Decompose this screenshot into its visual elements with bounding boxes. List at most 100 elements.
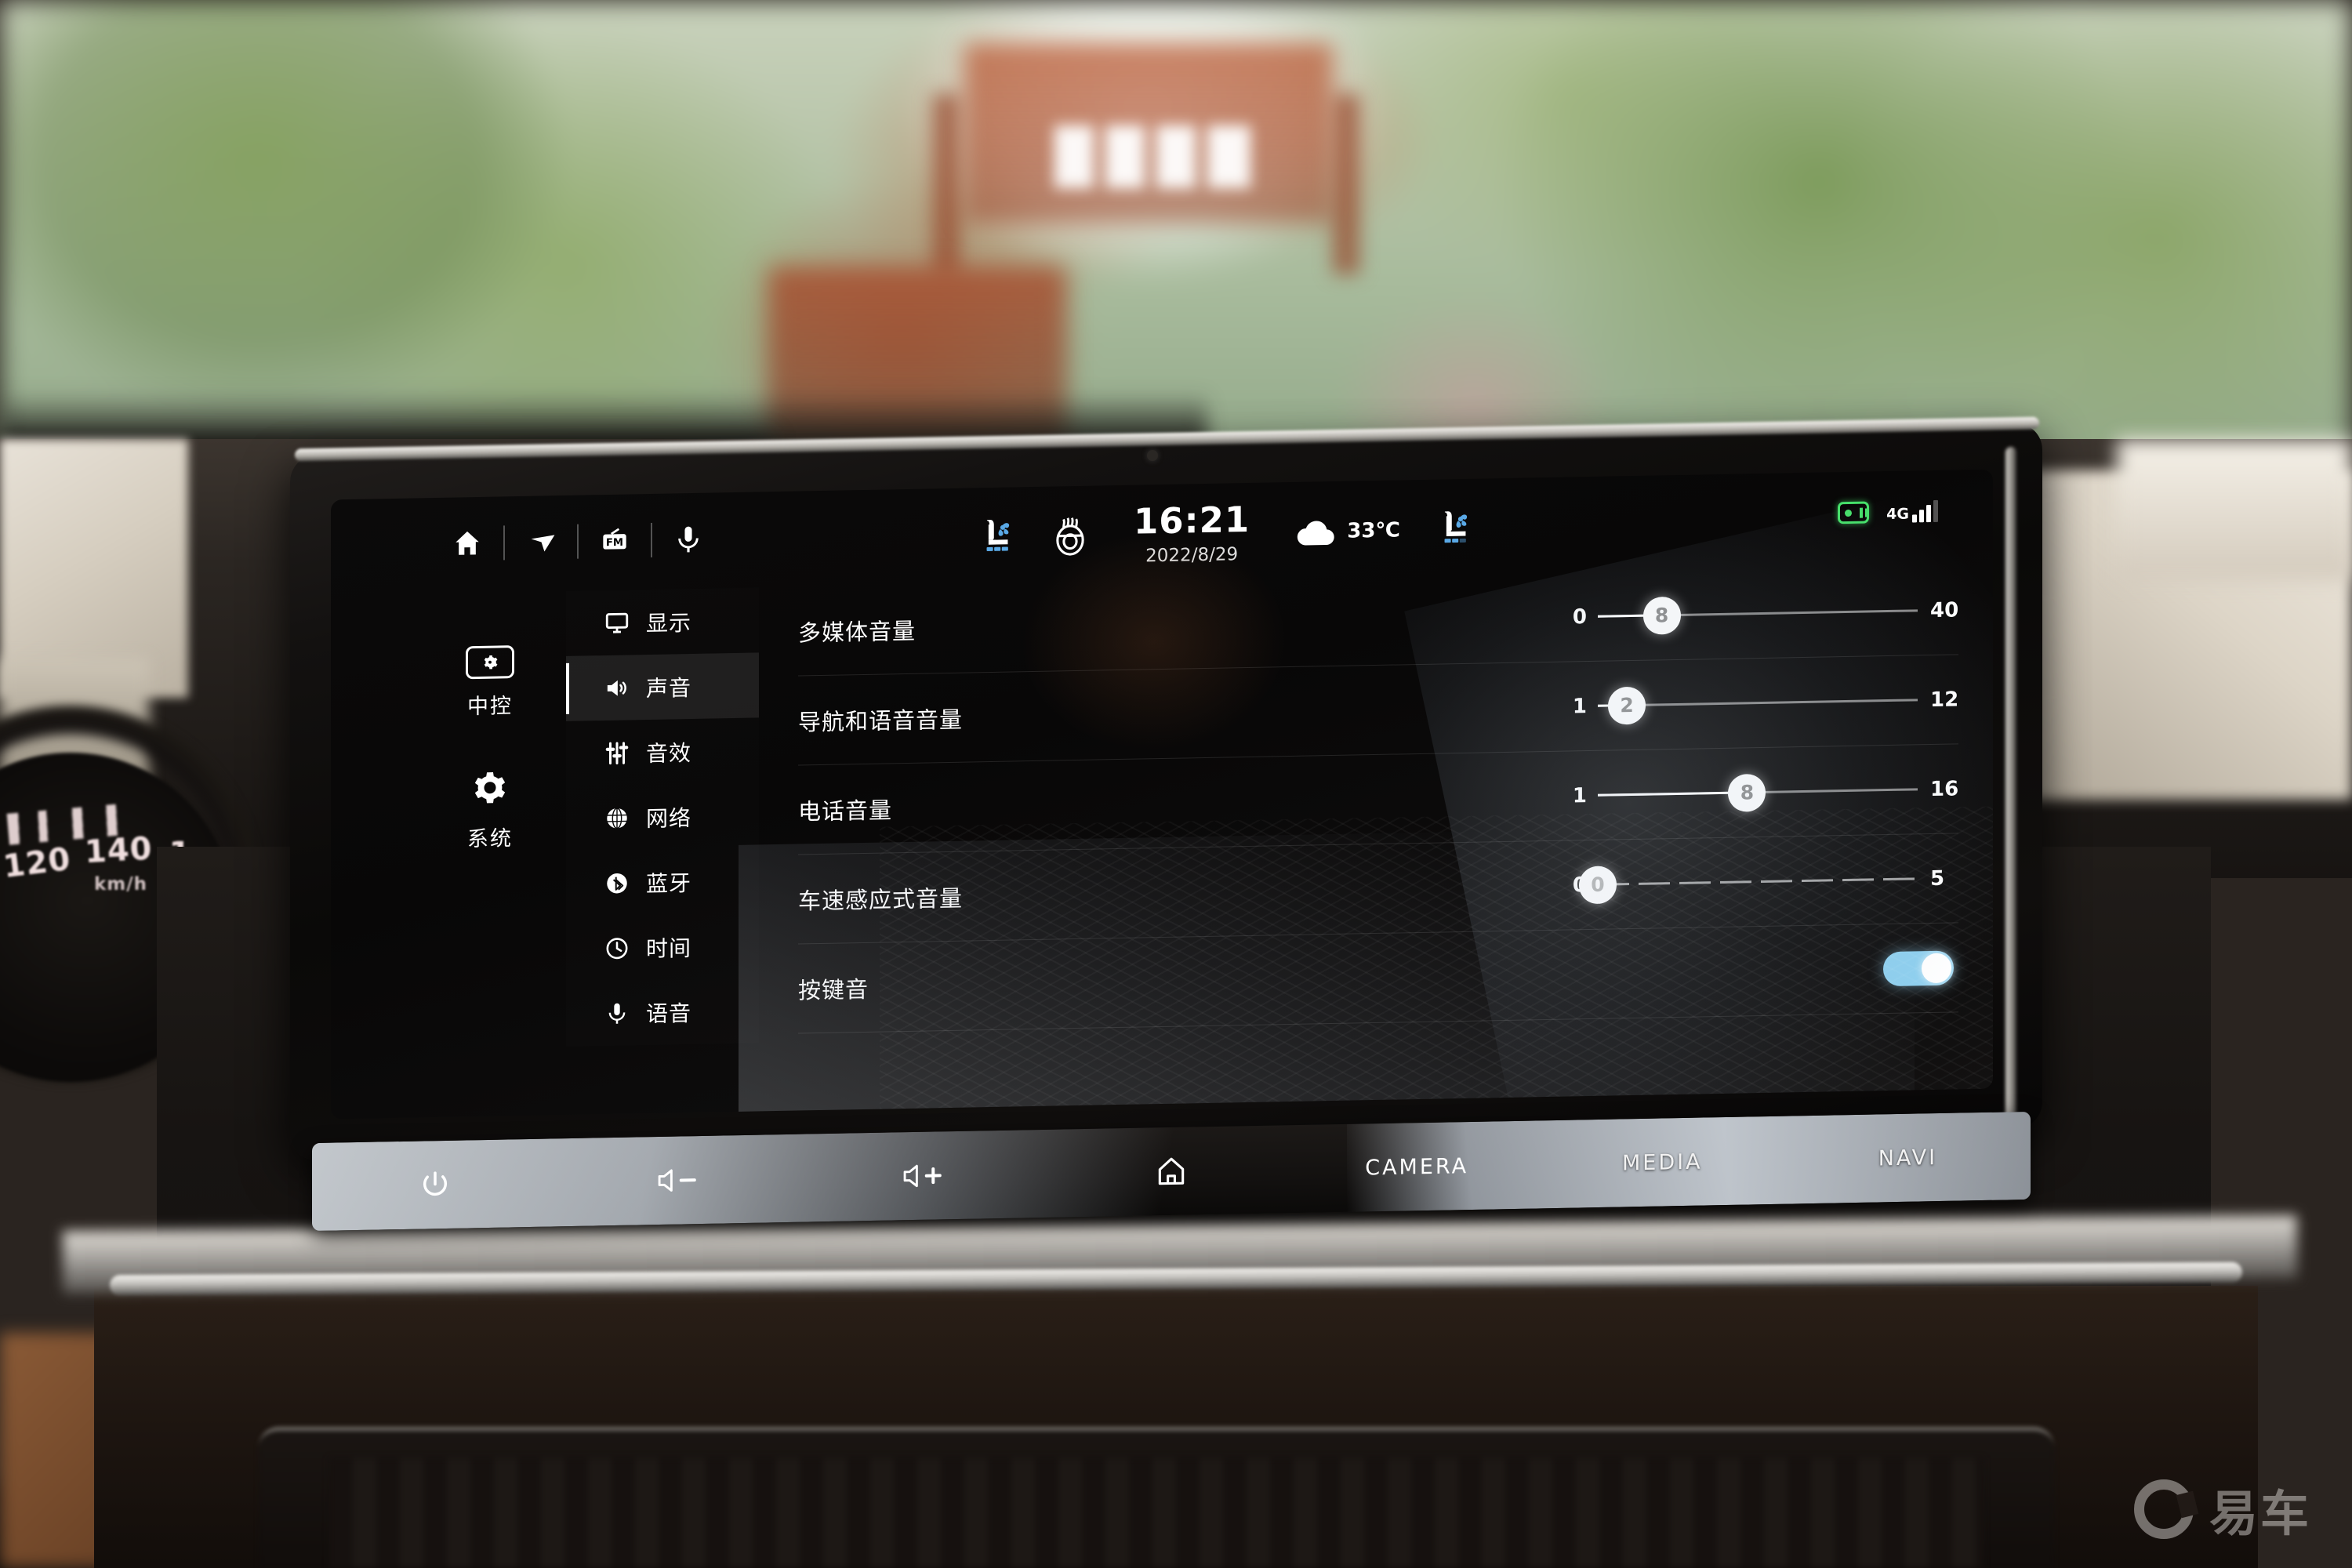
slider-track[interactable]: 2: [1598, 686, 1918, 725]
navigation-icon[interactable]: [505, 516, 577, 569]
hw-button-label: NAVI: [1878, 1145, 1938, 1171]
wifi-hotspot-icon[interactable]: [1838, 501, 1870, 524]
volume-down-icon: [658, 1169, 696, 1192]
hw-home-button[interactable]: [1048, 1125, 1294, 1218]
speaker-icon: [602, 674, 632, 702]
slider-track[interactable]: 8: [1598, 773, 1918, 812]
row-label: 车速感应式音量: [798, 886, 964, 915]
hw-button-label: CAMERA: [1365, 1153, 1469, 1180]
touchscreen-display[interactable]: FM 16:21 2022/8/29 33℃ 4G 中控 系统 显示 声音 音效…: [331, 469, 1993, 1120]
slider-handle[interactable]: 8: [1728, 773, 1766, 812]
settings-menu: 显示 声音 音效 网络 蓝牙 时间 语音: [566, 587, 759, 1047]
menu-item-label: 蓝牙: [646, 870, 692, 896]
menu-item-label: 声音: [646, 675, 692, 701]
hw-button-label: MEDIA: [1621, 1149, 1703, 1175]
slider-track[interactable]: 0: [1579, 865, 1918, 904]
category-rail: 中控 系统: [431, 644, 549, 853]
rail-item-label: 系统: [467, 826, 513, 851]
menu-item-bluetooth[interactable]: 蓝牙: [566, 848, 759, 916]
menu-item-time[interactable]: 时间: [566, 913, 759, 982]
slider-fill: [1598, 791, 1748, 797]
fm-radio-icon[interactable]: FM: [579, 514, 651, 568]
hw-navi-button[interactable]: NAVI: [1785, 1112, 2031, 1204]
menu-item-label: 语音: [646, 1000, 692, 1026]
speed-sensitive-volume-slider[interactable]: 0 0 5: [1562, 865, 1954, 904]
row-label: 多媒体音量: [798, 619, 916, 647]
microphone-icon: [602, 1000, 632, 1027]
gateway-post-right: [1333, 94, 1359, 274]
menu-item-sound[interactable]: 声音: [566, 652, 759, 721]
toggle-knob: [1922, 953, 1951, 983]
slider-max-label: 40: [1930, 597, 1959, 622]
bluetooth-icon: [602, 869, 632, 897]
menu-item-label: 时间: [646, 935, 692, 961]
menu-item-label: 音效: [646, 740, 692, 766]
yiche-logo-icon: [2133, 1479, 2194, 1539]
clock-display[interactable]: 16:21 2022/8/29: [1134, 499, 1250, 567]
menu-item-voice[interactable]: 语音: [566, 978, 759, 1047]
hw-power-button[interactable]: [312, 1138, 557, 1231]
equalizer-icon: [602, 739, 632, 767]
clock-icon: [602, 935, 632, 962]
speedometer-tick-140: 140: [83, 830, 154, 871]
rail-item-label: 中控: [467, 694, 513, 719]
voice-assistant-icon[interactable]: [652, 513, 724, 566]
cellular-signal-icon: 4G: [1886, 499, 1938, 524]
slider-track-background: [1598, 877, 1918, 886]
watermark-text: 易车: [2209, 1487, 2311, 1541]
row-label: 电话音量: [798, 797, 893, 826]
infotainment-head-unit: FM 16:21 2022/8/29 33℃ 4G 中控 系统 显示 声音 音效…: [290, 416, 2062, 1239]
watermark: 易车: [2133, 1474, 2311, 1544]
row-label: 导航和语音音量: [798, 707, 964, 736]
air-vent-louvers: [329, 1458, 1984, 1568]
row-label: 按键音: [798, 977, 869, 1004]
dashboard-trim-right-upper: [2117, 439, 2352, 580]
rail-item-system[interactable]: 系统: [467, 768, 513, 852]
menu-item-display[interactable]: 显示: [566, 587, 759, 656]
weather-widget[interactable]: 33℃: [1294, 513, 1400, 549]
seat-ventilation-icon[interactable]: [982, 514, 1021, 561]
hw-volume-up-button[interactable]: [803, 1130, 1048, 1222]
slider-track[interactable]: 8: [1598, 596, 1918, 635]
slider-handle[interactable]: 2: [1608, 686, 1646, 725]
clock-date: 2022/8/29: [1145, 544, 1239, 567]
slider-handle[interactable]: 8: [1642, 596, 1681, 635]
phone-volume-slider[interactable]: 1 8 16: [1562, 773, 1958, 812]
globe-icon: [602, 804, 632, 832]
hw-media-button[interactable]: MEDIA: [1540, 1116, 1785, 1209]
status-bar-right: 4G: [1838, 499, 1938, 524]
network-type-label: 4G: [1886, 505, 1909, 524]
menu-item-label: 网络: [646, 805, 692, 831]
temperature-value: 33℃: [1347, 518, 1400, 543]
gateway-post-left: [933, 94, 960, 274]
slider-min-label: 1: [1572, 694, 1587, 718]
slider-handle[interactable]: 0: [1579, 865, 1617, 904]
steering-wheel-heat-icon[interactable]: [1051, 514, 1090, 560]
slider-max-label: 12: [1930, 687, 1959, 712]
bezel-chrome-right-trim: [2005, 446, 2016, 1122]
media-volume-slider[interactable]: 0 8 40: [1562, 596, 1959, 635]
hw-volume-down-button[interactable]: [557, 1134, 803, 1227]
settings-rows: 多媒体音量 0 8 40 导航和语音音量 1 2 12 电话音量 1 8 16 …: [798, 565, 1959, 1034]
hw-camera-button[interactable]: CAMERA: [1294, 1120, 1540, 1213]
volume-up-icon: [903, 1164, 942, 1188]
rail-item-center-control[interactable]: 中控: [466, 645, 514, 720]
menu-item-audio-effects[interactable]: 音效: [566, 717, 759, 786]
menu-item-network[interactable]: 网络: [566, 782, 759, 851]
menu-item-label: 显示: [646, 610, 692, 636]
display-monitor-icon: [602, 609, 632, 637]
key-tone-toggle[interactable]: [1883, 949, 1954, 986]
svg-text:FM: FM: [606, 537, 623, 549]
status-bar-quick-icons: FM: [431, 513, 724, 570]
gear-icon: [470, 768, 510, 811]
status-bar-center: 16:21 2022/8/29 33℃: [982, 498, 1479, 570]
slider-min-label: 1: [1572, 783, 1587, 808]
home-icon: [1158, 1157, 1185, 1185]
slider-max-label: 5: [1930, 866, 1945, 891]
gateway-sign-panels: [1054, 125, 1250, 188]
home-icon[interactable]: [431, 517, 503, 570]
seat-ventilation-icon[interactable]: [1439, 506, 1479, 553]
cloud-icon: [1298, 521, 1334, 546]
power-icon: [423, 1171, 447, 1196]
navigation-voice-volume-slider[interactable]: 1 2 12: [1562, 686, 1959, 725]
